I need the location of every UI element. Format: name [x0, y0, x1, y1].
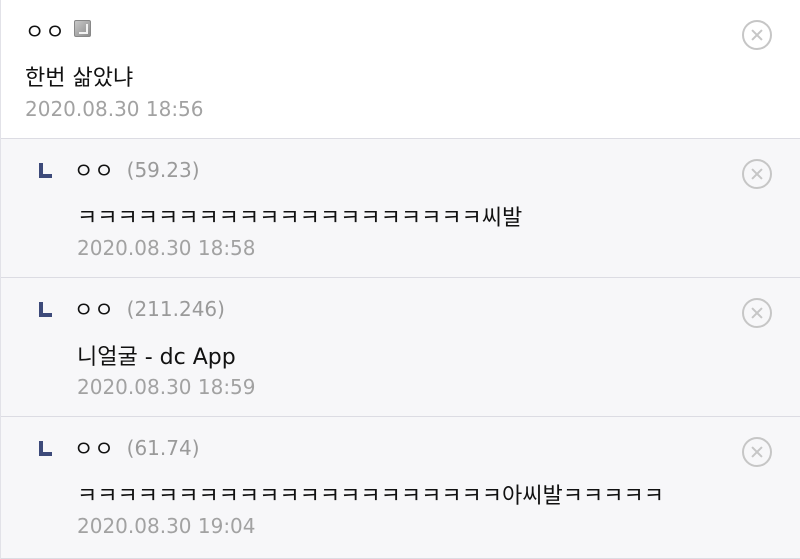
reply-ip: (211.246) — [126, 297, 225, 321]
reply-nickname[interactable]: ㅇㅇ — [74, 294, 115, 324]
reply-author-row: ㅇㅇ (59.23) — [39, 155, 200, 185]
reply-nickname[interactable]: ㅇㅇ — [74, 155, 115, 185]
reply-arrow-icon — [39, 301, 52, 317]
reply-text: ㅋㅋㅋㅋㅋㅋㅋㅋㅋㅋㅋㅋㅋㅋㅋㅋㅋㅋㅋㅋ씨발 — [77, 206, 523, 231]
reply-author-row: ㅇㅇ (61.74) — [39, 433, 200, 463]
delete-comment-button[interactable] — [742, 20, 772, 50]
comment-list: ㅇㅇ 한번 삶았냐 2020.08.30 18:56 ㅇㅇ (59.23) ㅋㅋ… — [0, 0, 800, 559]
fixed-nickname-icon — [73, 19, 91, 37]
delete-reply-button[interactable] — [742, 437, 772, 467]
delete-reply-button[interactable] — [742, 159, 772, 189]
reply-author-row: ㅇㅇ (211.246) — [39, 294, 225, 324]
delete-reply-button[interactable] — [742, 298, 772, 328]
comment-item: ㅇㅇ 한번 삶았냐 2020.08.30 18:56 — [1, 0, 800, 139]
comment-author-row: ㅇㅇ — [25, 16, 91, 46]
reply-date: 2020.08.30 18:58 — [77, 236, 256, 260]
reply-item: ㅇㅇ (61.74) ㅋㅋㅋㅋㅋㅋㅋㅋㅋㅋㅋㅋㅋㅋㅋㅋㅋㅋㅋㅋㅋ아씨발ㅋㅋㅋㅋㅋ… — [1, 417, 800, 559]
reply-item: ㅇㅇ (59.23) ㅋㅋㅋㅋㅋㅋㅋㅋㅋㅋㅋㅋㅋㅋㅋㅋㅋㅋㅋㅋ씨발 2020.0… — [1, 139, 800, 278]
reply-arrow-icon — [39, 162, 52, 178]
reply-text: ㅋㅋㅋㅋㅋㅋㅋㅋㅋㅋㅋㅋㅋㅋㅋㅋㅋㅋㅋㅋㅋ아씨발ㅋㅋㅋㅋㅋ — [77, 484, 664, 509]
reply-date: 2020.08.30 19:04 — [77, 514, 256, 538]
reply-arrow-icon — [39, 440, 52, 456]
reply-date: 2020.08.30 18:59 — [77, 375, 256, 399]
reply-ip: (61.74) — [126, 436, 200, 460]
comment-text: 한번 삶았냐 — [25, 66, 134, 91]
reply-text: 니얼굴 - dc App — [77, 345, 236, 370]
reply-nickname[interactable]: ㅇㅇ — [74, 433, 115, 463]
comment-nickname[interactable]: ㅇㅇ — [25, 16, 66, 46]
comment-date: 2020.08.30 18:56 — [25, 97, 204, 121]
reply-item: ㅇㅇ (211.246) 니얼굴 - dc App 2020.08.30 18:… — [1, 278, 800, 417]
reply-ip: (59.23) — [126, 158, 200, 182]
